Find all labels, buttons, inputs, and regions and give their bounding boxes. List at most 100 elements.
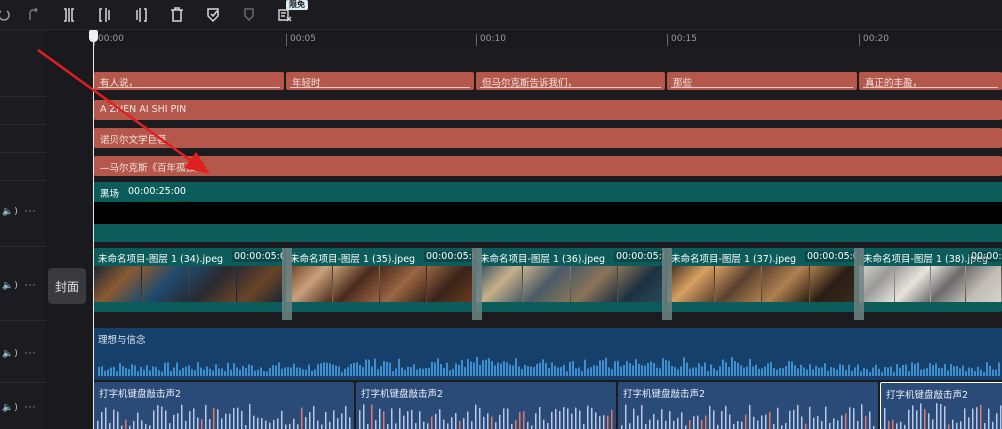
sfx-track: 打字机键盘敲击声2 打字机键盘敲击声2 打字机键盘敲击声2 打字机键盘敲击声2 xyxy=(94,382,1002,429)
subtitle-clip[interactable]: 那些 xyxy=(667,72,857,90)
video-clip-name: 未命名项目-图层 1 (35).jpeg xyxy=(290,254,416,265)
split-icon[interactable] xyxy=(58,4,80,26)
track-header-column: 🔈) ··· 🔈) ··· 🔈) ··· 🔈) ··· xyxy=(0,30,46,429)
redo-icon[interactable] xyxy=(22,4,44,26)
video-clip-duration: 00:00:05:00 xyxy=(232,251,284,262)
video-clip-name: 未命名项目-图层 1 (34).jpeg xyxy=(98,254,224,265)
volume-icon[interactable]: 🔈) xyxy=(2,281,19,291)
volume-icon[interactable]: 🔈) xyxy=(2,207,19,217)
video-track: 未命名项目-图层 1 (34).jpeg00:00:05:00未命名项目-图层 … xyxy=(94,248,1002,322)
sfx-waveform xyxy=(359,404,613,429)
sfx-waveform xyxy=(884,403,1002,429)
thumbnail-strip xyxy=(476,266,665,302)
more-icon[interactable]: ··· xyxy=(25,403,37,413)
ruler-tick: 00:10 xyxy=(480,34,506,44)
text-clip[interactable]: A ZHEN AI SHI PIN xyxy=(94,100,1002,120)
thumbnail-strip xyxy=(667,266,857,302)
black-clip[interactable]: 黑场 00:00:25:00 xyxy=(94,182,1002,242)
thumbnail-strip xyxy=(286,266,474,302)
shield-icon[interactable] xyxy=(238,4,260,26)
video-clip-name: 未命名项目-图层 1 (36).jpeg xyxy=(480,254,606,265)
track-controls-sfx: 🔈) ··· xyxy=(0,400,46,416)
video-clip-duration: 00:00:05:00 xyxy=(424,251,474,262)
sfx-clip-name: 打字机键盘敲击声2 xyxy=(99,389,182,400)
sfx-waveform xyxy=(621,404,875,429)
track-controls-video: 🔈) ··· xyxy=(0,278,46,294)
video-thumbnail xyxy=(286,266,333,302)
sfx-waveform xyxy=(97,404,351,429)
ruler-tick: 00:15 xyxy=(671,34,697,44)
subtitle-clip[interactable]: 有人说， xyxy=(94,72,284,90)
ruler-tick: 00:05 xyxy=(290,34,316,44)
timeline: 有人说， 年轻时 但马尔克斯告诉我们， 那些 真正的丰盈， A ZHEN AI … xyxy=(92,48,1002,429)
delete-icon[interactable] xyxy=(166,4,188,26)
video-thumbnail xyxy=(667,266,715,302)
video-thumbnail xyxy=(894,266,931,302)
subtitle-clip[interactable]: 真正的丰盈， xyxy=(859,72,1002,90)
transition-handle[interactable] xyxy=(854,248,864,320)
video-thumbnail xyxy=(189,266,237,302)
video-thumbnail xyxy=(809,266,857,302)
video-thumbnail xyxy=(859,266,895,302)
sfx-clip[interactable]: 打字机键盘敲击声2 xyxy=(356,382,616,429)
ruler-tick: 00:00 xyxy=(98,34,124,44)
more-icon[interactable]: ··· xyxy=(25,207,37,217)
video-clip[interactable]: 未命名项目-图层 1 (34).jpeg 00:00:05:00 xyxy=(94,248,284,312)
video-thumbnail xyxy=(714,266,762,302)
video-thumbnail xyxy=(966,266,1002,302)
subtitle-clip[interactable]: 但马尔克斯告诉我们， xyxy=(476,72,665,90)
text-clip[interactable]: —马尔克斯《百年孤独》 xyxy=(94,156,1002,176)
split-right-icon[interactable] xyxy=(130,4,152,26)
sfx-clip[interactable]: 打字机键盘敲击声2 xyxy=(94,382,354,429)
text-clip[interactable]: 诺贝尔文学巨著 xyxy=(94,128,1002,148)
sfx-clip[interactable]: 打字机键盘敲击声2 xyxy=(880,382,1002,429)
video-thumbnail xyxy=(523,266,571,302)
video-clip-duration: 00:00:0 xyxy=(969,251,1002,262)
black-clip-name: 黑场 xyxy=(100,189,120,200)
black-clip-duration: 00:00:25:00 xyxy=(128,186,186,197)
black-frame xyxy=(94,202,1002,224)
more-icon[interactable]: ··· xyxy=(25,349,37,359)
video-clip[interactable]: 未命名项目-图层 1 (35).jpeg 00:00:05:00 xyxy=(286,248,474,312)
video-thumbnail xyxy=(236,266,284,302)
video-thumbnail xyxy=(570,266,618,302)
shield-mark-icon[interactable] xyxy=(202,4,224,26)
video-clip[interactable]: 未命名项目-图层 1 (36).jpeg 00:00:05:00 xyxy=(476,248,665,312)
more-icon[interactable]: ··· xyxy=(25,281,37,291)
playhead-line xyxy=(93,40,94,429)
track-controls-music: 🔈) ··· xyxy=(0,346,46,362)
video-thumbnail xyxy=(476,266,524,302)
video-clip-name: 未命名项目-图层 1 (37).jpeg xyxy=(671,254,797,265)
volume-icon[interactable]: 🔈) xyxy=(2,403,19,413)
ruler-tick: 00:20 xyxy=(863,34,889,44)
music-clip-name: 理想与信念 xyxy=(98,335,146,346)
video-thumbnail xyxy=(141,266,189,302)
subtitle-clip[interactable]: 年轻时 xyxy=(286,72,474,90)
transition-handle[interactable] xyxy=(472,248,482,320)
video-thumbnail xyxy=(94,266,142,302)
time-ruler[interactable]: 00:00 00:05 00:10 00:15 00:20 xyxy=(92,30,1002,48)
video-clip[interactable]: 未命名项目-图层 1 (38).jpeg00:00:0 xyxy=(859,248,1002,312)
toolbar: 限免 xyxy=(0,0,1002,30)
split-left-icon[interactable] xyxy=(94,4,116,26)
free-badge: 限免 xyxy=(286,0,308,10)
video-clip[interactable]: 未命名项目-图层 1 (37).jpeg 00:00:05:00 xyxy=(667,248,857,312)
transition-handle[interactable] xyxy=(282,248,292,320)
sfx-clip-name: 打字机键盘敲击声2 xyxy=(623,389,706,400)
video-clip-duration: 00:00:05:00 xyxy=(614,251,665,262)
redo-left-icon[interactable] xyxy=(0,4,14,26)
music-waveform xyxy=(98,356,1000,376)
video-thumbnail xyxy=(617,266,665,302)
video-thumbnail xyxy=(333,266,380,302)
video-clip-duration: 00:00:05:00 xyxy=(805,251,857,262)
thumbnail-strip xyxy=(94,266,284,302)
volume-icon[interactable]: 🔈) xyxy=(2,349,19,359)
cover-button[interactable]: 封面 xyxy=(48,268,86,304)
video-thumbnail xyxy=(380,266,427,302)
video-thumbnail xyxy=(930,266,967,302)
sfx-clip[interactable]: 打字机键盘敲击声2 xyxy=(618,382,878,429)
video-thumbnail xyxy=(762,266,810,302)
music-clip[interactable]: 理想与信念 xyxy=(94,328,1002,380)
transition-handle[interactable] xyxy=(662,248,672,320)
video-thumbnail xyxy=(427,266,474,302)
